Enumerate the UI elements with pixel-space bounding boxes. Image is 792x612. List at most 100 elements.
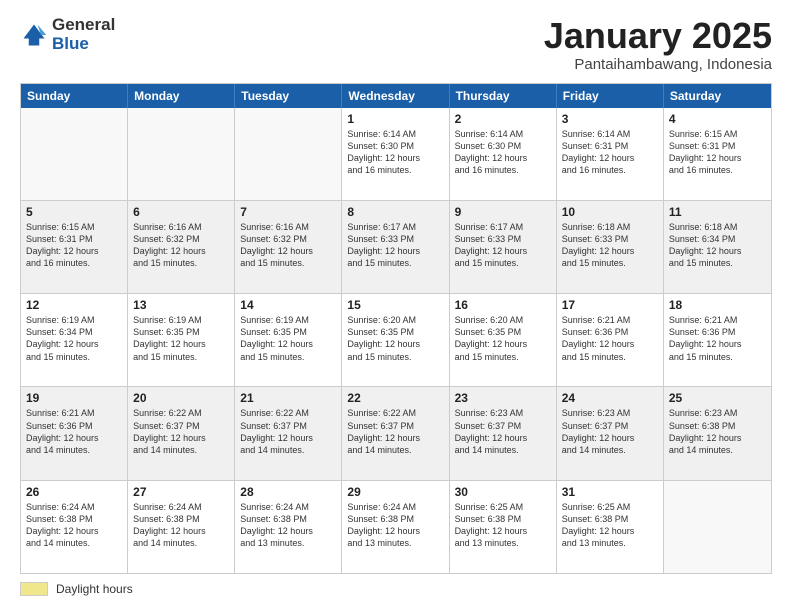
month-title: January 2025	[544, 16, 772, 56]
day-info: Sunrise: 6:15 AM Sunset: 6:31 PM Dayligh…	[26, 221, 122, 270]
calendar-day-cell: 20Sunrise: 6:22 AM Sunset: 6:37 PM Dayli…	[128, 387, 235, 479]
day-number: 8	[347, 205, 443, 219]
day-number: 19	[26, 391, 122, 405]
calendar-day-cell: 23Sunrise: 6:23 AM Sunset: 6:37 PM Dayli…	[450, 387, 557, 479]
logo: General Blue	[20, 16, 115, 53]
calendar-day-cell	[235, 108, 342, 200]
calendar-day-cell: 7Sunrise: 6:16 AM Sunset: 6:32 PM Daylig…	[235, 201, 342, 293]
day-info: Sunrise: 6:22 AM Sunset: 6:37 PM Dayligh…	[240, 407, 336, 456]
calendar-day-cell: 12 Sunrise: 6:19 AM Sunset: 6:34 PM Dayli…	[21, 294, 128, 386]
calendar-header: SundayMondayTuesdayWednesdayThursdayFrid…	[21, 84, 771, 108]
calendar-week-row: 26 Sunrise: 6:24 AM Sunset: 6:38 PM Dayli…	[21, 480, 771, 573]
day-info: Sunrise: 6:17 AM Sunset: 6:33 PM Dayligh…	[455, 221, 551, 270]
calendar-week-row: 5 Sunrise: 6:15 AM Sunset: 6:31 PM Daylig…	[21, 200, 771, 293]
calendar-day-header: Saturday	[664, 84, 771, 108]
calendar-day-cell: 9 Sunrise: 6:17 AM Sunset: 6:33 PM Daylig…	[450, 201, 557, 293]
calendar-day-header: Tuesday	[235, 84, 342, 108]
calendar-day-cell: 1Sunrise: 6:14 AM Sunset: 6:30 PM Daylig…	[342, 108, 449, 200]
header: General Blue January 2025 Pantaihambawan…	[20, 16, 772, 73]
day-number: 25	[669, 391, 766, 405]
day-number: 12	[26, 298, 122, 312]
day-number: 27	[133, 485, 229, 499]
day-number: 22	[347, 391, 443, 405]
day-number: 9	[455, 205, 551, 219]
calendar-day-cell	[664, 481, 771, 573]
day-info: Sunrise: 6:24 AM Sunset: 6:38 PM Dayligh…	[26, 501, 122, 550]
day-info: Sunrise: 6:21 AM Sunset: 6:36 PM Dayligh…	[562, 314, 658, 363]
day-info: Sunrise: 6:21 AM Sunset: 6:36 PM Dayligh…	[669, 314, 766, 363]
calendar-day-cell: 26 Sunrise: 6:24 AM Sunset: 6:38 PM Dayli…	[21, 481, 128, 573]
calendar-day-cell: 4Sunrise: 6:15 AM Sunset: 6:31 PM Daylig…	[664, 108, 771, 200]
day-info: Sunrise: 6:22 AM Sunset: 6:37 PM Dayligh…	[133, 407, 229, 456]
day-info: Sunrise: 6:22 AM Sunset: 6:37 PM Dayligh…	[347, 407, 443, 456]
day-info: Sunrise: 6:25 AM Sunset: 6:38 PM Dayligh…	[455, 501, 551, 550]
day-info: Sunrise: 6:23 AM Sunset: 6:37 PM Dayligh…	[562, 407, 658, 456]
calendar-week-row: 12 Sunrise: 6:19 AM Sunset: 6:34 PM Dayli…	[21, 293, 771, 386]
day-info: Sunrise: 6:19 AM Sunset: 6:35 PM Dayligh…	[133, 314, 229, 363]
calendar-day-cell: 30 Sunrise: 6:25 AM Sunset: 6:38 PM Dayli…	[450, 481, 557, 573]
calendar-day-cell: 22 Sunrise: 6:22 AM Sunset: 6:37 PM Dayli…	[342, 387, 449, 479]
calendar-day-header: Wednesday	[342, 84, 449, 108]
title-area: January 2025 Pantaihambawang, Indonesia	[544, 16, 772, 73]
calendar-day-cell: 27 Sunrise: 6:24 AM Sunset: 6:38 PM Dayli…	[128, 481, 235, 573]
calendar-day-cell: 11 Sunrise: 6:18 AM Sunset: 6:34 PM Dayli…	[664, 201, 771, 293]
day-number: 16	[455, 298, 551, 312]
calendar-day-cell: 10Sunrise: 6:18 AM Sunset: 6:33 PM Dayli…	[557, 201, 664, 293]
day-info: Sunrise: 6:21 AM Sunset: 6:36 PM Dayligh…	[26, 407, 122, 456]
day-number: 28	[240, 485, 336, 499]
day-number: 5	[26, 205, 122, 219]
calendar-day-cell: 17 Sunrise: 6:21 AM Sunset: 6:36 PM Dayli…	[557, 294, 664, 386]
day-info: Sunrise: 6:20 AM Sunset: 6:35 PM Dayligh…	[455, 314, 551, 363]
day-number: 14	[240, 298, 336, 312]
day-info: Sunrise: 6:14 AM Sunset: 6:30 PM Dayligh…	[455, 128, 551, 177]
calendar-day-cell: 31 Sunrise: 6:25 AM Sunset: 6:38 PM Dayli…	[557, 481, 664, 573]
day-number: 18	[669, 298, 766, 312]
footer: Daylight hours	[20, 582, 772, 596]
day-number: 17	[562, 298, 658, 312]
calendar-day-cell: 19 Sunrise: 6:21 AM Sunset: 6:36 PM Dayli…	[21, 387, 128, 479]
day-number: 21	[240, 391, 336, 405]
subtitle: Pantaihambawang, Indonesia	[544, 56, 772, 73]
daylight-color-box	[20, 582, 48, 596]
calendar-day-header: Friday	[557, 84, 664, 108]
calendar-day-cell: 5 Sunrise: 6:15 AM Sunset: 6:31 PM Daylig…	[21, 201, 128, 293]
calendar-week-row: 19 Sunrise: 6:21 AM Sunset: 6:36 PM Dayli…	[21, 386, 771, 479]
logo-text: General Blue	[52, 16, 115, 53]
calendar-day-cell: 21 Sunrise: 6:22 AM Sunset: 6:37 PM Dayli…	[235, 387, 342, 479]
day-info: Sunrise: 6:24 AM Sunset: 6:38 PM Dayligh…	[240, 501, 336, 550]
day-number: 15	[347, 298, 443, 312]
day-info: Sunrise: 6:24 AM Sunset: 6:38 PM Dayligh…	[133, 501, 229, 550]
day-info: Sunrise: 6:25 AM Sunset: 6:38 PM Dayligh…	[562, 501, 658, 550]
day-number: 26	[26, 485, 122, 499]
calendar-day-cell: 16 Sunrise: 6:20 AM Sunset: 6:35 PM Dayli…	[450, 294, 557, 386]
calendar-day-cell: 15Sunrise: 6:20 AM Sunset: 6:35 PM Dayli…	[342, 294, 449, 386]
day-number: 30	[455, 485, 551, 499]
logo-general: General	[52, 16, 115, 35]
calendar: SundayMondayTuesdayWednesdayThursdayFrid…	[20, 83, 772, 574]
day-number: 6	[133, 205, 229, 219]
calendar-day-cell	[21, 108, 128, 200]
day-info: Sunrise: 6:14 AM Sunset: 6:30 PM Dayligh…	[347, 128, 443, 177]
day-info: Sunrise: 6:24 AM Sunset: 6:38 PM Dayligh…	[347, 501, 443, 550]
day-info: Sunrise: 6:18 AM Sunset: 6:33 PM Dayligh…	[562, 221, 658, 270]
calendar-day-cell: 29Sunrise: 6:24 AM Sunset: 6:38 PM Dayli…	[342, 481, 449, 573]
calendar-day-cell: 13Sunrise: 6:19 AM Sunset: 6:35 PM Dayli…	[128, 294, 235, 386]
calendar-day-cell: 8 Sunrise: 6:17 AM Sunset: 6:33 PM Daylig…	[342, 201, 449, 293]
calendar-day-cell: 24 Sunrise: 6:23 AM Sunset: 6:37 PM Dayli…	[557, 387, 664, 479]
day-info: Sunrise: 6:19 AM Sunset: 6:34 PM Dayligh…	[26, 314, 122, 363]
calendar-day-cell: 3Sunrise: 6:14 AM Sunset: 6:31 PM Daylig…	[557, 108, 664, 200]
day-number: 23	[455, 391, 551, 405]
day-number: 4	[669, 112, 766, 126]
day-number: 2	[455, 112, 551, 126]
day-info: Sunrise: 6:17 AM Sunset: 6:33 PM Dayligh…	[347, 221, 443, 270]
day-info: Sunrise: 6:19 AM Sunset: 6:35 PM Dayligh…	[240, 314, 336, 363]
day-number: 31	[562, 485, 658, 499]
day-number: 11	[669, 205, 766, 219]
day-info: Sunrise: 6:18 AM Sunset: 6:34 PM Dayligh…	[669, 221, 766, 270]
calendar-day-cell: 14 Sunrise: 6:19 AM Sunset: 6:35 PM Dayli…	[235, 294, 342, 386]
calendar-day-cell	[128, 108, 235, 200]
page: General Blue January 2025 Pantaihambawan…	[0, 0, 792, 612]
day-number: 24	[562, 391, 658, 405]
calendar-week-row: 1Sunrise: 6:14 AM Sunset: 6:30 PM Daylig…	[21, 108, 771, 200]
day-info: Sunrise: 6:16 AM Sunset: 6:32 PM Dayligh…	[240, 221, 336, 270]
